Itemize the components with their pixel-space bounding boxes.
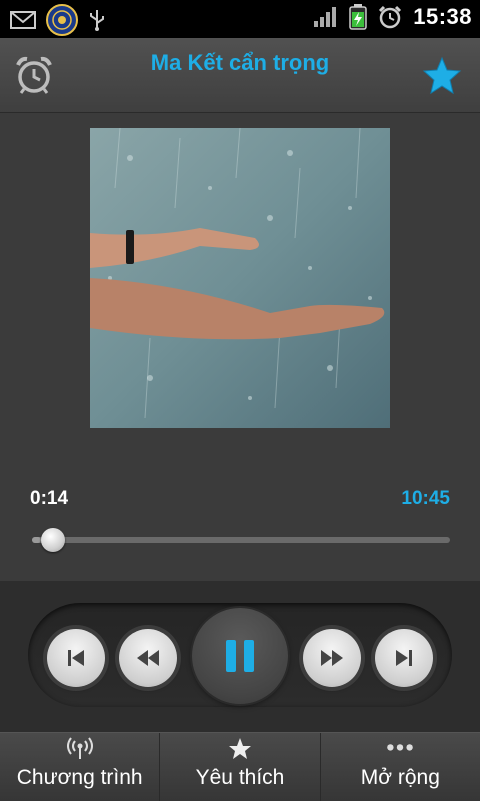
- header: Ma Kết cẩn trọng: [0, 38, 480, 113]
- seek-bar[interactable]: [32, 528, 450, 552]
- star-icon: [422, 56, 462, 95]
- bottom-tab-bar: Chương trình Yêu thích Mở rộng: [0, 732, 480, 801]
- usb-icon: [90, 10, 104, 31]
- skip-next-icon: [396, 650, 412, 666]
- page-title: Ma Kết cẩn trọng: [150, 50, 330, 75]
- tab-programs[interactable]: Chương trình: [0, 733, 159, 801]
- player-area: 0:14 10:45: [0, 113, 480, 581]
- alarm-icon: [379, 5, 402, 29]
- alarm-clock-icon: [16, 56, 52, 94]
- tab-programs-label: Chương trình: [16, 766, 143, 789]
- album-artwork: [90, 128, 390, 428]
- fast-forward-icon: [321, 650, 343, 666]
- seek-bar-thumb[interactable]: [41, 528, 66, 552]
- astrology-app-icon: [46, 4, 78, 36]
- tab-favorites[interactable]: Yêu thích: [159, 733, 319, 801]
- skip-next-button[interactable]: [375, 629, 433, 687]
- pause-icon: [226, 640, 254, 672]
- pause-button[interactable]: [192, 608, 288, 704]
- tab-more-label: Mở rộng: [360, 766, 440, 789]
- fast-forward-button[interactable]: [303, 629, 361, 687]
- gmail-icon: [10, 11, 36, 29]
- skip-previous-icon: [68, 650, 84, 666]
- status-bar: 15:38: [0, 0, 480, 38]
- more-dots-icon: [387, 744, 414, 751]
- broadcast-icon: [66, 737, 93, 759]
- status-time: 15:38: [413, 4, 472, 29]
- tab-more[interactable]: Mở rộng: [319, 733, 480, 801]
- star-icon: [228, 738, 251, 759]
- seek-bar-fill: [32, 537, 42, 543]
- signal-icon: [314, 7, 337, 27]
- favorite-button[interactable]: [422, 56, 462, 96]
- alarm-button[interactable]: [14, 55, 54, 95]
- playback-controls: [0, 581, 480, 732]
- rewind-icon: [137, 650, 159, 666]
- rewind-button[interactable]: [119, 629, 177, 687]
- battery-charging-icon: [349, 4, 367, 30]
- skip-previous-button[interactable]: [47, 629, 105, 687]
- elapsed-time: 0:14: [30, 488, 69, 509]
- tab-favorites-label: Yêu thích: [195, 766, 285, 789]
- total-time: 10:45: [401, 488, 450, 509]
